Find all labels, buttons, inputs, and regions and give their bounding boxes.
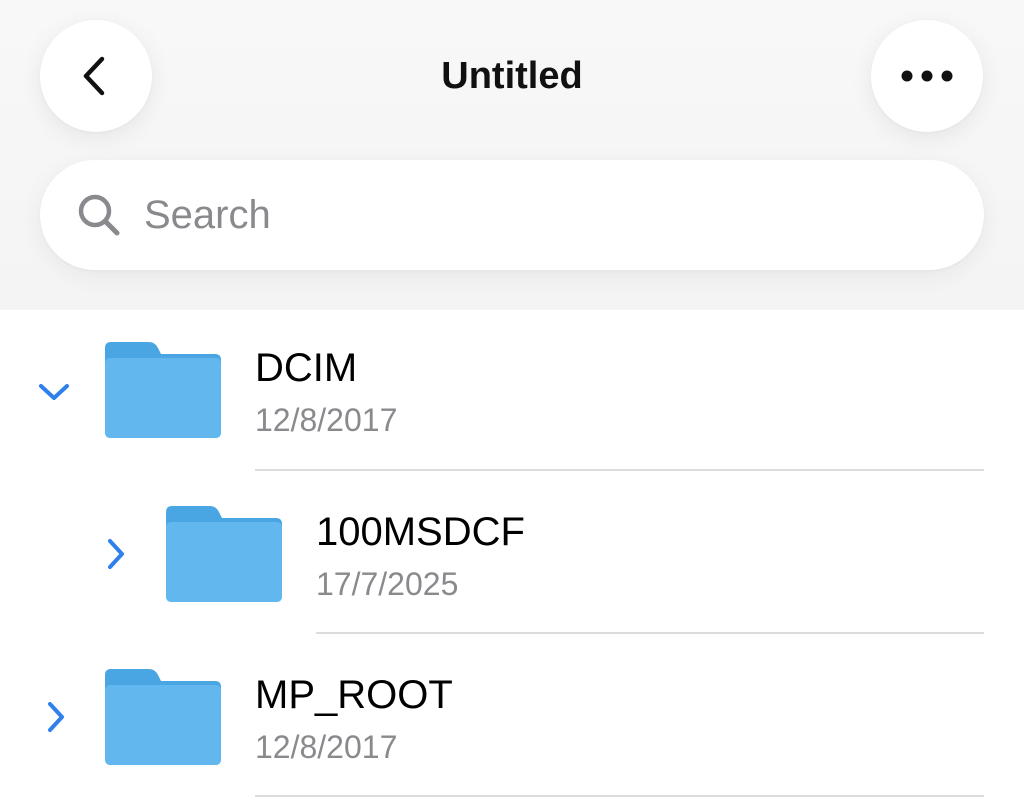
chevron-left-icon — [83, 56, 105, 96]
item-date: 12/8/2017 — [255, 402, 398, 438]
search-bar[interactable] — [40, 160, 984, 270]
folder-icon — [105, 669, 221, 765]
page-title: Untitled — [441, 55, 583, 97]
ellipsis-icon — [901, 70, 953, 82]
folder-icon — [166, 506, 282, 602]
item-date: 17/7/2025 — [316, 566, 459, 602]
row-divider — [255, 795, 984, 797]
item-date: 12/8/2017 — [255, 729, 398, 765]
search-input[interactable] — [144, 185, 984, 245]
row-divider — [255, 469, 984, 471]
list-item-dcim[interactable]: DCIM 12/8/2017 — [0, 310, 1024, 470]
item-name: MP_ROOT — [255, 673, 453, 717]
more-options-button[interactable] — [871, 20, 983, 132]
search-icon — [78, 194, 120, 236]
row-divider — [316, 632, 984, 634]
chevron-down-icon — [39, 384, 69, 400]
folder-icon — [105, 342, 221, 438]
disclosure-toggle[interactable] — [96, 534, 136, 574]
navigation-header: Untitled — [0, 0, 1024, 310]
disclosure-toggle[interactable] — [36, 697, 76, 737]
disclosure-toggle[interactable] — [34, 372, 74, 412]
item-name: 100MSDCF — [316, 510, 525, 554]
item-name: DCIM — [255, 346, 358, 390]
back-button[interactable] — [40, 20, 152, 132]
chevron-right-icon — [108, 539, 124, 569]
files-browser: Untitled DCIM 12/8/2017 — [0, 0, 1024, 798]
chevron-right-icon — [48, 702, 64, 732]
list-item-100msdcf[interactable]: 100MSDCF 17/7/2025 — [0, 472, 1024, 632]
list-item-mp-root[interactable]: MP_ROOT 12/8/2017 — [0, 635, 1024, 795]
